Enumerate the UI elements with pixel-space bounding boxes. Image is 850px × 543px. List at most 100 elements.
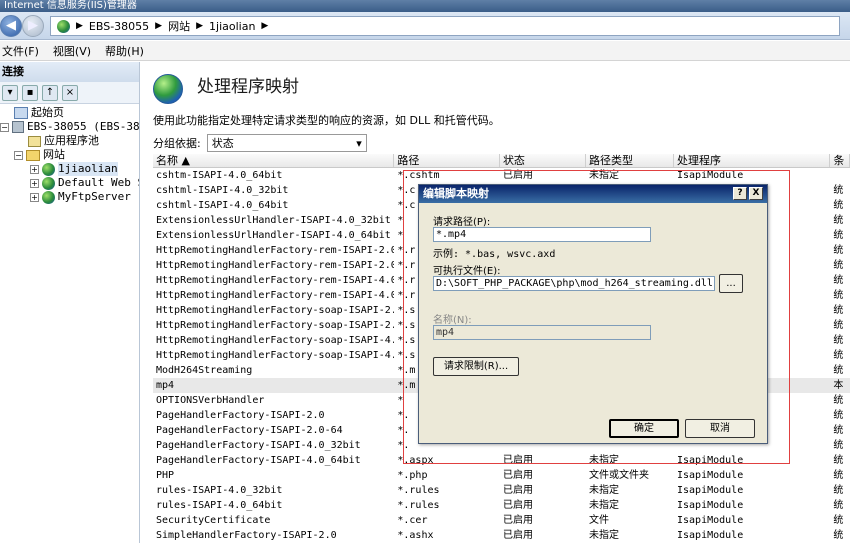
cell-path: *.ashx [397, 530, 434, 541]
column-path-type[interactable]: 路径类型 [586, 154, 674, 167]
table-row[interactable]: SecurityCertificate *.cer 已启用 文件 IsapiModule… [153, 513, 850, 528]
chevron-right-icon: ▶ [155, 21, 163, 31]
cell-name: cshtml-ISAPI-4.0_32bit [156, 185, 289, 196]
cancel-button[interactable]: 取消 [685, 419, 755, 438]
connections-pane: 连接 ▾ ▪ ↑ × 起始页 − EBS-38055 (EBS-38055 应用… [0, 62, 140, 543]
tree-item-server[interactable]: − EBS-38055 (EBS-38055 [0, 120, 140, 134]
cell-name: HttpRemotingHandlerFactory-soap-ISAPI-4.… [156, 350, 394, 361]
collapse-icon[interactable]: − [14, 150, 23, 160]
tree-item-site-1jiaolian[interactable]: + 1jiaolian [30, 162, 118, 176]
cell-state: 已启用 [502, 530, 533, 541]
table-row[interactable]: cshtm-ISAPI-4.0_64bit *.cshtm 已启用 未指定 IsapiM… [153, 168, 850, 183]
menu-help[interactable]: 帮助(H) [105, 43, 144, 59]
cell-name: HttpRemotingHandlerFactory-rem-ISAPI-4.0… [156, 290, 395, 301]
cell-name: SecurityCertificate [156, 515, 271, 526]
cell-entry-type: 统 [833, 440, 844, 451]
breadcrumb-item-site[interactable]: 1jiaolian [209, 20, 255, 33]
cell-path-type: 未指定 [589, 455, 619, 466]
group-by-label: 分组依据: [153, 137, 201, 150]
cell-entry-type: 本 [833, 380, 844, 391]
column-state[interactable]: 状态 [500, 154, 586, 167]
cell-entry-type: 统 [833, 230, 844, 241]
column-entry-type[interactable]: 条 [830, 154, 850, 167]
table-row[interactable]: rules-ISAPI-4.0_64bit *.rules 已启用 未指定 IsapiM… [153, 498, 850, 513]
tree-item-start-page[interactable]: 起始页 [14, 106, 64, 120]
edit-script-map-dialog: 编辑脚本映射 ? X 请求路径(P): *.mp4 示例: *.bas, wsv… [418, 184, 768, 444]
cell-entry-type: 统 [833, 200, 844, 211]
tree-item-label: EBS-38055 (EBS-38055 [27, 120, 140, 133]
cell-entry-type: 统 [833, 275, 844, 286]
cell-entry-type: 统 [833, 215, 844, 226]
collapse-icon[interactable]: − [0, 122, 9, 132]
breadcrumb[interactable]: ▶ EBS-38055 ▶ 网站 ▶ 1jiaolian ▶ [50, 16, 840, 36]
cell-path-type: 未指定 [589, 500, 619, 511]
cell-entry-type [830, 168, 850, 183]
tree-item-site-default[interactable]: + Default Web Si [30, 176, 139, 190]
request-path-input[interactable]: *.mp4 [433, 227, 651, 242]
tree-item-label: 起始页 [31, 106, 64, 119]
tree-item-app-pools[interactable]: 应用程序池 [28, 134, 99, 148]
cell-entry-type: 统 [833, 305, 844, 316]
browse-button[interactable]: ... [719, 274, 743, 293]
cell-path: *.rules [397, 485, 440, 496]
server-icon [12, 121, 24, 133]
close-button[interactable]: X [749, 187, 763, 200]
cell-path-type: 未指定 [589, 485, 619, 496]
up-folder-icon[interactable]: ↑ [42, 84, 58, 101]
table-row[interactable]: PageHandlerFactory-ISAPI-4.0_64bit *.aspx… [153, 453, 850, 468]
group-by-select[interactable]: 状态 ▾ [206, 134, 367, 152]
breadcrumb-item-sites[interactable]: 网站 [168, 18, 190, 34]
tree-item-site-ftp[interactable]: + MyFtpServer [30, 190, 131, 204]
cell-handler: IsapiModule [677, 500, 744, 511]
cell-entry-type: 统 [833, 470, 844, 481]
expand-icon[interactable]: + [30, 178, 39, 188]
cell-state: 已启用 [502, 455, 533, 466]
cell-name: PageHandlerFactory-ISAPI-4.0_64bit [156, 455, 361, 466]
menu-file[interactable]: 文件(F) [2, 43, 39, 59]
connect-icon[interactable]: ▾ [2, 84, 18, 101]
group-by-value: 状态 [211, 137, 234, 150]
menu-view[interactable]: 视图(V) [53, 43, 91, 59]
column-name[interactable]: 名称 ▲ [153, 154, 395, 167]
cell-entry-type: 统 [833, 350, 844, 361]
column-path[interactable]: 路径 [394, 154, 500, 167]
ok-button[interactable]: 确定 [609, 419, 679, 438]
cell-name: PHP [156, 470, 175, 481]
forward-button[interactable]: ▶ [22, 15, 44, 37]
column-handler[interactable]: 处理程序 [674, 154, 831, 167]
cell-state: 已启用 [502, 515, 533, 526]
tree-item-sites[interactable]: − 网站 [14, 148, 65, 162]
expand-icon[interactable]: + [30, 192, 39, 202]
save-icon[interactable]: ▪ [22, 84, 38, 101]
cell-name: ExtensionlessUrlHandler-ISAPI-4.0_32bit [156, 215, 391, 226]
cell-state: 已启用 [502, 470, 533, 481]
cell-path-type: 未指定 [589, 170, 619, 181]
cell-path: *.aspx [397, 455, 434, 466]
globe-icon [42, 190, 55, 204]
cell-name: HttpRemotingHandlerFactory-soap-ISAPI-2.… [156, 320, 394, 331]
example-text: 示例: *.bas, wsvc.axd [433, 249, 556, 260]
cell-name: SimpleHandlerFactory-ISAPI-2.0 [156, 530, 337, 541]
request-restrictions-button[interactable]: 请求限制(R)... [433, 357, 519, 376]
cell-handler: IsapiModule [677, 515, 744, 526]
expand-icon[interactable]: + [30, 164, 39, 174]
window-title: Internet 信息服务(IIS)管理器 [0, 0, 850, 12]
back-button[interactable]: ◀ [0, 15, 22, 37]
help-button[interactable]: ? [733, 187, 747, 200]
name-input: mp4 [433, 325, 651, 340]
cell-entry-type: 统 [833, 455, 844, 466]
disconnect-icon[interactable]: × [62, 84, 78, 101]
table-row[interactable]: rules-ISAPI-4.0_32bit *.rules 已启用 未指定 IsapiM… [153, 483, 850, 498]
executable-input[interactable]: D:\SOFT_PHP_PACKAGE\php\mod_h264_streami… [433, 276, 715, 291]
breadcrumb-item-server[interactable]: EBS-38055 [89, 20, 149, 33]
tree-item-label: Default Web Si [58, 176, 139, 189]
cell-path: *.cshtm [397, 170, 440, 181]
cell-entry-type: 统 [833, 260, 844, 271]
cell-name: HttpRemotingHandlerFactory-rem-ISAPI-2.0… [156, 260, 395, 271]
table-row[interactable]: PHP *.php 已启用 文件或文件夹 IsapiModule 统 [153, 468, 850, 483]
globe-icon [57, 19, 70, 33]
group-by: 分组依据: 状态 ▾ [153, 134, 367, 152]
table-row[interactable]: SimpleHandlerFactory-ISAPI-2.0 *.ashx 已启用 未… [153, 528, 850, 543]
cell-name: cshtm-ISAPI-4.0_64bit [156, 170, 283, 181]
executable-label: 可执行文件(E): [433, 266, 501, 277]
